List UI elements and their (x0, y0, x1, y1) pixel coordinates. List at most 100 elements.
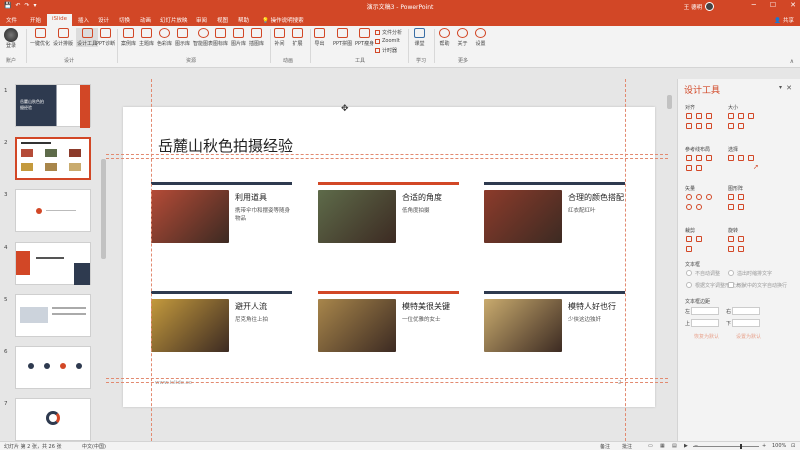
language-indicator[interactable]: 中文(中国) (82, 443, 106, 450)
slide-thumbnail[interactable]: 岳麓山秋色拍摄经验 (15, 84, 91, 128)
crop-icon[interactable] (686, 236, 692, 242)
theme-library-button[interactable]: 主题库 (139, 28, 154, 47)
tab-slideshow[interactable]: 幻灯片放映 (160, 16, 188, 24)
about-button[interactable]: 关于 (457, 28, 468, 47)
ring-layout-icon[interactable] (738, 194, 744, 200)
normal-view-icon[interactable]: ▭ (648, 443, 653, 449)
tab-transitions[interactable]: 切换 (119, 16, 130, 24)
restore-default-link[interactable]: 恢复为默认 (694, 333, 719, 340)
guide-layout-icon[interactable] (686, 155, 692, 161)
margin-top-input[interactable] (691, 319, 719, 327)
select-same-icon[interactable] (738, 155, 744, 161)
tab-insert[interactable]: 插入 (78, 16, 89, 24)
slide-thumbnail[interactable] (15, 189, 91, 232)
slide-thumbnail[interactable] (15, 294, 91, 337)
diagram-library-button[interactable]: 图示库 (175, 28, 190, 47)
slide-thumbnail[interactable] (15, 346, 91, 389)
login-button[interactable]: 登录 (4, 28, 18, 49)
tab-review[interactable]: 审阅 (196, 16, 207, 24)
align-top-icon[interactable] (686, 123, 692, 129)
rotate-icon[interactable] (738, 236, 744, 242)
ppt-diagnose-button[interactable]: PPT诊断 (96, 28, 115, 47)
zoom-in-icon[interactable]: + (762, 443, 766, 449)
vector-subtract-icon[interactable] (696, 204, 702, 210)
shrink-on-overflow-radio[interactable] (728, 270, 734, 276)
guide-line[interactable] (106, 382, 668, 383)
tab-help[interactable]: 帮助 (238, 16, 249, 24)
ppt-slim-button[interactable]: PPT瘦身 (355, 28, 374, 47)
align-bottom-icon[interactable] (706, 123, 712, 129)
same-size-icon[interactable] (748, 113, 754, 119)
resize-shape-radio[interactable] (686, 282, 692, 288)
align-right-icon[interactable] (706, 113, 712, 119)
fit-to-window-icon[interactable]: ⊡ (791, 443, 795, 449)
slide-thumbnail-selected[interactable] (15, 137, 91, 180)
tell-me-search[interactable]: 💡 操作说明搜索 (262, 16, 304, 24)
tab-islide[interactable]: iSlide (47, 14, 72, 26)
illustration-library-button[interactable]: 插图库 (249, 28, 264, 47)
tip-card[interactable]: 模特美很关键 一位优雅的女士 (318, 291, 459, 352)
user-account[interactable]: 王 德明 (684, 2, 714, 11)
guide-layout-icon[interactable] (696, 165, 702, 171)
autofit-off-radio[interactable] (686, 270, 692, 276)
margin-left-input[interactable] (691, 307, 719, 315)
matrix-layout-icon[interactable] (728, 204, 734, 210)
tip-card[interactable]: 模特人好也行 少侠这边独奸 (484, 291, 625, 352)
guide-line[interactable] (106, 378, 668, 379)
zoomit-button[interactable]: ZoomIt (375, 38, 400, 44)
ppt-puzzle-button[interactable]: PPT拼图 (333, 28, 352, 47)
close-button[interactable]: ✕ (790, 1, 796, 9)
guide-line[interactable] (625, 79, 626, 441)
tab-file[interactable]: 文件 (6, 16, 17, 24)
notes-button[interactable]: 备注 (600, 443, 610, 450)
tab-home[interactable]: 开始 (30, 16, 41, 24)
margin-right-input[interactable] (732, 307, 760, 315)
reading-view-icon[interactable]: ▤ (672, 443, 677, 449)
tab-design[interactable]: 设计 (98, 16, 109, 24)
maximize-button[interactable]: ☐ (770, 1, 776, 9)
rotate-icon[interactable] (728, 236, 734, 242)
minimize-button[interactable]: ─ (752, 1, 756, 9)
tip-card[interactable]: 利用道具 携带伞巾和摆姿等随身物品 (151, 182, 292, 243)
help-button[interactable]: 帮助 (439, 28, 450, 47)
comments-button[interactable]: 批注 (622, 443, 632, 450)
share-button[interactable]: 👤 共享 (774, 16, 794, 24)
matrix-layout-icon[interactable] (728, 194, 734, 200)
align-middle-icon[interactable] (696, 123, 702, 129)
distribute-h-icon[interactable] (728, 123, 734, 129)
settings-button[interactable]: 设置 (475, 28, 486, 47)
tab-animations[interactable]: 动画 (140, 16, 151, 24)
guide-line[interactable] (106, 154, 668, 155)
panel-close-icon[interactable]: ✕ (786, 84, 792, 92)
tip-card[interactable]: 合理的颜色搭配 红衣配红叶 (484, 182, 625, 243)
tab-view[interactable]: 视图 (217, 16, 228, 24)
design-tools-button[interactable]: 设计工具 (76, 28, 99, 47)
slide-sorter-icon[interactable]: ▦ (660, 443, 665, 449)
vector-intersect-icon[interactable] (686, 204, 692, 210)
collapse-ribbon-icon[interactable]: ∧ (790, 58, 794, 65)
word-wrap-checkbox[interactable] (728, 282, 734, 288)
file-analysis-button[interactable]: 文件分析 (375, 29, 402, 36)
zoom-slider[interactable] (693, 446, 759, 447)
crop-icon[interactable] (686, 246, 692, 252)
tip-card[interactable]: 合适的角度 低角度拍摄 (318, 182, 459, 243)
same-height-icon[interactable] (738, 113, 744, 119)
crop-icon[interactable] (696, 236, 702, 242)
zoom-slider-knob[interactable] (740, 444, 742, 449)
slide-thumbnail[interactable] (15, 398, 91, 441)
select-same-icon[interactable] (728, 155, 734, 161)
align-center-icon[interactable] (696, 113, 702, 119)
panel-options-icon[interactable]: ▾ (779, 84, 782, 91)
export-button[interactable]: 导出 (314, 28, 325, 47)
extend-button[interactable]: 扩展 (292, 28, 303, 47)
margin-bottom-input[interactable] (732, 319, 760, 327)
guide-layout-icon[interactable] (706, 155, 712, 161)
same-width-icon[interactable] (728, 113, 734, 119)
distribute-v-icon[interactable] (738, 123, 744, 129)
tween-button[interactable]: 补间 (274, 28, 285, 47)
flip-icon[interactable] (728, 246, 734, 252)
icon-library-button[interactable]: 图标库 (213, 28, 228, 47)
align-left-icon[interactable] (686, 113, 692, 119)
slide-thumbnail[interactable] (15, 242, 91, 285)
design-layout-button[interactable]: 设计排版 (53, 28, 73, 47)
